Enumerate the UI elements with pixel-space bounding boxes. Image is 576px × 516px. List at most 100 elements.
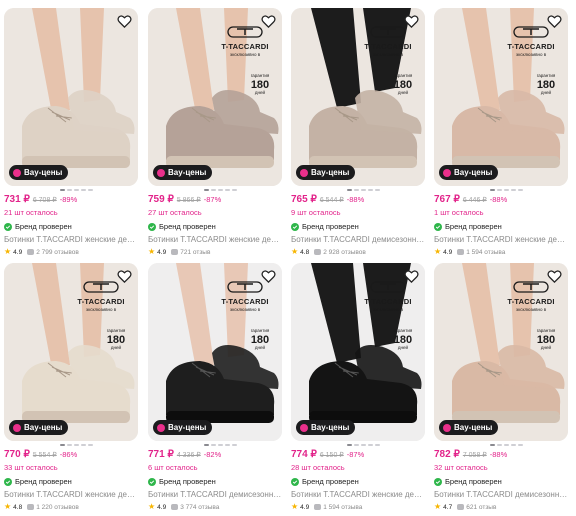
product-card[interactable]: T-TACCARDI эксклюзивно в гарантия 180 дн… <box>291 263 425 512</box>
reviews-count[interactable]: 1 220 отзывов <box>36 504 79 511</box>
reviews-count[interactable]: 3 774 отзыва <box>180 504 219 511</box>
star-icon: ★ <box>4 502 12 511</box>
pager-dot[interactable] <box>347 444 352 446</box>
product-card[interactable]: T-TACCARDI эксклюзивно в гарантия 180 дн… <box>148 8 282 257</box>
image-pager[interactable] <box>490 444 568 447</box>
product-title[interactable]: Ботинки T.TACCARDI демисезонные <box>148 490 282 501</box>
product-title[interactable]: Ботинки T.TACCARDI женские демисезонные <box>4 235 138 246</box>
favorite-button[interactable] <box>545 267 563 285</box>
pager-dot[interactable] <box>361 444 366 446</box>
old-price: 4 336 ₽ <box>176 452 201 459</box>
price-row: 731 ₽ 6 708 ₽ -89% <box>4 194 138 207</box>
favorite-button[interactable] <box>402 12 420 30</box>
pager-dot[interactable] <box>74 444 79 446</box>
favorite-button[interactable] <box>545 12 563 30</box>
pager-dot[interactable] <box>368 189 373 191</box>
favorite-button[interactable] <box>259 12 277 30</box>
pager-dot[interactable] <box>204 189 209 191</box>
product-title[interactable]: Ботинки T.TACCARDI женские демисезонные <box>148 235 282 246</box>
image-pager[interactable] <box>60 444 138 447</box>
current-price: 782 ₽ <box>434 449 460 460</box>
favorite-button[interactable] <box>115 12 133 30</box>
pager-dot[interactable] <box>88 189 93 191</box>
product-image[interactable]: T-TACCARDI эксклюзивно в гарантия 180 дн… <box>434 263 568 441</box>
pager-dot[interactable] <box>504 189 509 191</box>
promo-dot-icon <box>13 168 21 177</box>
image-pager[interactable] <box>204 444 282 447</box>
pager-dot[interactable] <box>81 189 86 191</box>
product-card[interactable]: T-TACCARDI эксклюзивно в гарантия 180 дн… <box>434 263 568 512</box>
pager-dot[interactable] <box>518 444 523 446</box>
pager-dot[interactable] <box>74 189 79 191</box>
product-card[interactable]: T-TACCARDI эксклюзивно в гарантия 180 дн… <box>291 8 425 257</box>
favorite-button[interactable] <box>115 267 133 285</box>
product-title[interactable]: Ботинки T.TACCARDI женские демисезонные <box>291 490 425 501</box>
product-title[interactable]: Ботинки T.TACCARDI демисезонные <box>291 235 425 246</box>
reviews-count[interactable]: 621 отзыв <box>466 504 496 511</box>
product-image[interactable]: T-TACCARDI эксклюзивно в гарантия 180 дн… <box>291 8 425 186</box>
pager-dot[interactable] <box>504 444 509 446</box>
pager-dot[interactable] <box>232 444 237 446</box>
favorite-button[interactable] <box>402 267 420 285</box>
pager-dot[interactable] <box>490 444 495 446</box>
pager-dot[interactable] <box>81 444 86 446</box>
product-image[interactable]: T-TACCARDI эксклюзивно в гарантия 180 дн… <box>148 263 282 441</box>
pager-dot[interactable] <box>511 189 516 191</box>
pager-dot[interactable] <box>67 444 72 446</box>
price-row: 771 ₽ 4 336 ₽ -82% <box>148 449 282 462</box>
pager-dot[interactable] <box>60 444 65 446</box>
pager-dot[interactable] <box>497 189 502 191</box>
pager-dot[interactable] <box>204 444 209 446</box>
rating-value: 4.9 <box>300 503 310 511</box>
product-title[interactable]: Ботинки T.TACCARDI демисезонные <box>434 490 568 501</box>
product-image[interactable]: T-TACCARDI эксклюзивно в гарантия 180 дн… <box>4 263 138 441</box>
image-pager[interactable] <box>60 189 138 192</box>
reviews-count[interactable]: 2 799 отзывов <box>36 249 79 256</box>
reviews-count[interactable]: 1 594 отзыва <box>323 504 362 511</box>
heart-icon <box>546 14 562 28</box>
pager-dot[interactable] <box>88 444 93 446</box>
pager-dot[interactable] <box>497 444 502 446</box>
pager-dot[interactable] <box>211 189 216 191</box>
pager-dot[interactable] <box>368 444 373 446</box>
pager-dot[interactable] <box>518 189 523 191</box>
product-image[interactable]: T-TACCARDI эксклюзивно в гарантия 180 дн… <box>434 8 568 186</box>
pager-dot[interactable] <box>361 189 366 191</box>
product-card[interactable]: Вау-цены 731 ₽ 6 708 ₽ -89% 21 шт остало… <box>4 8 138 257</box>
promo-badge: Вау-цены <box>153 420 213 435</box>
product-card[interactable]: T-TACCARDI эксклюзивно в гарантия 180 дн… <box>434 8 568 257</box>
pager-dot[interactable] <box>218 189 223 191</box>
pager-dot[interactable] <box>211 444 216 446</box>
pager-dot[interactable] <box>60 189 65 191</box>
pager-dot[interactable] <box>354 444 359 446</box>
product-title[interactable]: Ботинки T.TACCARDI женские демисезонные <box>4 490 138 501</box>
product-title[interactable]: Ботинки T.TACCARDI женские демисезонные <box>434 235 568 246</box>
product-card[interactable]: T-TACCARDI эксклюзивно в гарантия 180 дн… <box>148 263 282 512</box>
reviews-count[interactable]: 1 594 отзыва <box>466 249 505 256</box>
pager-dot[interactable] <box>232 189 237 191</box>
product-image[interactable]: Вау-цены <box>4 8 138 186</box>
pager-dot[interactable] <box>67 189 72 191</box>
product-image[interactable]: T-TACCARDI эксклюзивно в гарантия 180 дн… <box>148 8 282 186</box>
pager-dot[interactable] <box>354 189 359 191</box>
image-pager[interactable] <box>204 189 282 192</box>
image-pager[interactable] <box>347 444 425 447</box>
pager-dot[interactable] <box>347 189 352 191</box>
pager-dot[interactable] <box>375 189 380 191</box>
pager-dot[interactable] <box>225 189 230 191</box>
image-pager[interactable] <box>347 189 425 192</box>
pager-dot[interactable] <box>511 444 516 446</box>
reviews-icon <box>27 504 35 510</box>
pager-dot[interactable] <box>225 444 230 446</box>
product-image[interactable]: T-TACCARDI эксклюзивно в гарантия 180 дн… <box>291 263 425 441</box>
pager-dot[interactable] <box>375 444 380 446</box>
product-card[interactable]: T-TACCARDI эксклюзивно в гарантия 180 дн… <box>4 263 138 512</box>
favorite-button[interactable] <box>259 267 277 285</box>
pager-dot[interactable] <box>218 444 223 446</box>
check-icon <box>4 477 12 486</box>
pager-dot[interactable] <box>490 189 495 191</box>
reviews-count[interactable]: 721 отзыв <box>180 249 210 256</box>
image-pager[interactable] <box>490 189 568 192</box>
reviews-count[interactable]: 2 928 отзывов <box>323 249 366 256</box>
guarantee-unit: дней <box>540 90 552 96</box>
